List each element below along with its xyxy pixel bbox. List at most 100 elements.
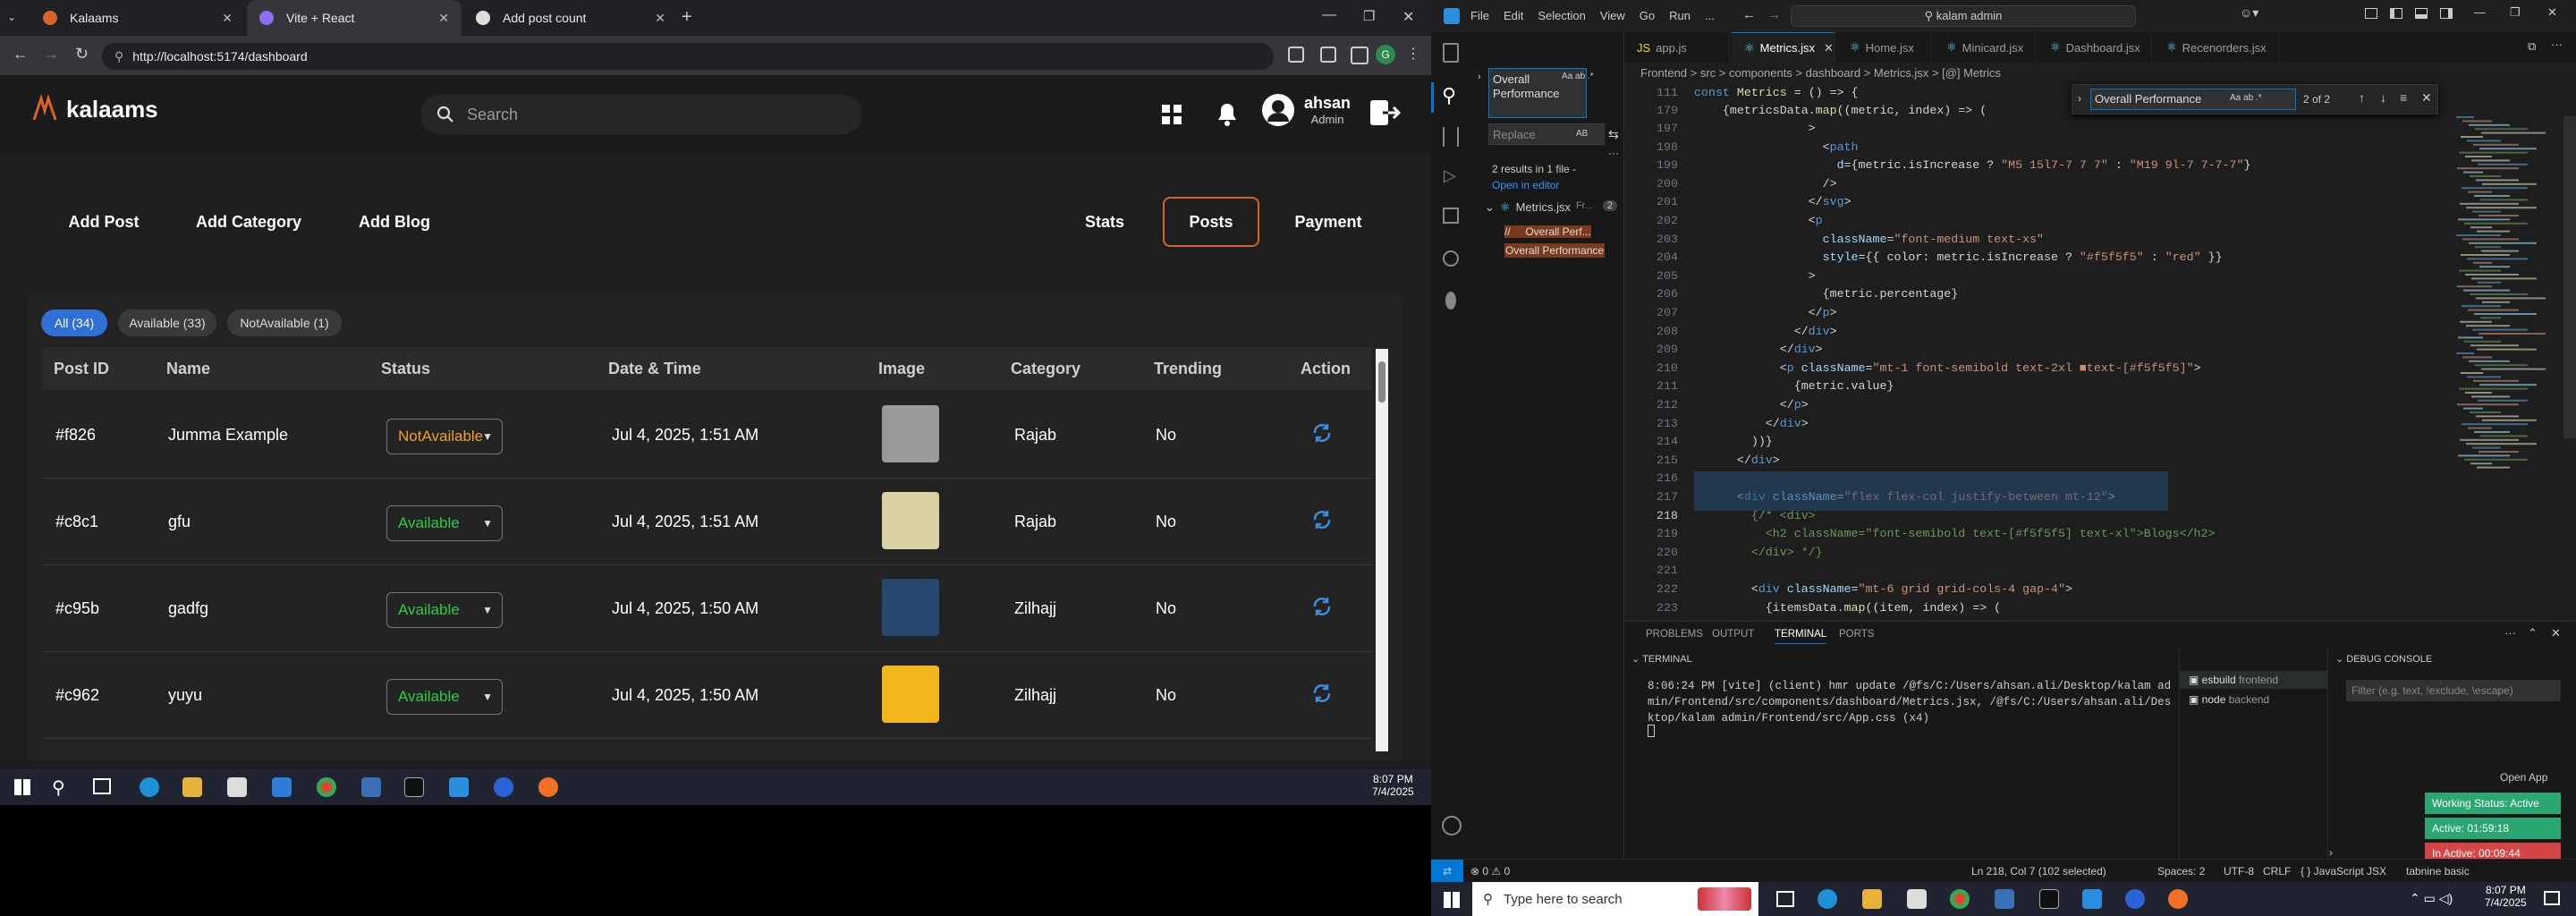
grid-menu-icon[interactable] [1161,104,1182,125]
tabnine-status[interactable]: tabnine basic [2406,865,2470,878]
search-match-2[interactable]: Overall Performance [1504,243,1606,258]
terminal-esbuild[interactable]: ▣ esbuild frontend [2180,671,2328,689]
line-ending[interactable]: CRLF [2263,865,2291,878]
refresh-icon[interactable] [1311,509,1333,530]
tab-list-chevron-icon[interactable]: ⌄ [7,11,16,23]
encoding[interactable]: UTF-8 [2224,865,2254,878]
add-blog-button[interactable]: Add Blog [336,197,453,247]
edge-icon[interactable] [140,777,159,797]
filter-all[interactable]: All (34) [41,310,107,336]
filter-available[interactable]: Available (33) [118,310,216,336]
notification-center-icon[interactable] [2544,891,2560,905]
tab-add-post-count[interactable]: Add post count ✕ [463,0,678,36]
edge-icon[interactable] [1818,889,1837,909]
find-input[interactable]: Overall Performance [2090,89,2296,110]
chrome-icon[interactable] [1950,889,1970,909]
menu-item[interactable]: Edit [1504,9,1523,22]
panel-tab[interactable]: TERMINAL [1775,629,1827,644]
editor-tab[interactable]: ⚛ Minicard.jsx [1934,32,2036,63]
more-options-icon[interactable]: ··· [1608,147,1619,159]
language-mode[interactable]: { } JavaScript JSX [2301,865,2386,878]
menu-item[interactable]: Go [1640,9,1655,22]
editor-tab[interactable]: ⚛ Recenorders.jsx [2154,32,2279,63]
file-explorer-icon[interactable] [182,777,202,797]
zoom-icon[interactable] [2125,889,2145,909]
close-tab-icon[interactable]: ✕ [655,11,665,26]
code-editor[interactable]: 111 const Metrics = () => {179 {metricsDa… [1624,84,2576,669]
close-tab-icon[interactable]: ✕ [222,11,233,26]
close-window-icon[interactable]: ✕ [1402,8,1414,26]
forward-icon[interactable]: → [43,45,59,64]
open-app-label[interactable]: Open App [2500,771,2547,784]
debug-filter-input[interactable]: Filter (e.g. text, !exclude, \escape) [2346,680,2561,701]
terminal-node[interactable]: ▣ node backend [2180,691,2328,708]
close-panel-icon[interactable]: ✕ [2551,626,2561,640]
copilot-icon[interactable]: ☺▾ [2240,5,2258,21]
menu-item[interactable]: Run [1669,9,1690,22]
expand-debug-chevron-icon[interactable]: › [2329,846,2333,859]
tab-vite-react[interactable]: Vite + React ✕ [247,0,462,36]
terminal-icon[interactable] [404,777,424,797]
minimize-icon[interactable]: — [2474,5,2486,19]
next-match-icon[interactable]: ↓ [2380,90,2386,105]
maximize-icon[interactable]: ❐ [2510,5,2521,20]
mail-icon[interactable] [272,777,292,797]
toggle-replace-chevron-icon[interactable]: › [1478,72,1481,82]
puzzle-extensions-icon[interactable] [1320,47,1336,63]
kebab-menu-icon[interactable]: ⋮ [1406,45,1420,63]
nav-forward-icon[interactable]: → [1767,7,1781,22]
match-case-icon[interactable]: Aa ab .* [1562,72,1594,81]
search-view-icon[interactable]: ⚲ [1442,84,1456,107]
windows-search-box[interactable]: ⚲ Type here to search [1472,882,1758,916]
back-icon[interactable]: ← [13,45,29,64]
problems-count[interactable]: ⊗ 0 ⚠ 0 [1470,865,1510,878]
close-tab-icon[interactable]: ✕ [1824,41,1834,55]
split-editor-icon[interactable]: ⧉ [2528,39,2536,54]
toggle-sidebar-icon[interactable] [2390,8,2402,19]
editor-tab[interactable]: JS app.js [1624,32,1730,63]
new-tab-button[interactable]: + [682,7,692,28]
status-select[interactable]: NotAvailable ▼ [386,419,503,454]
postman-icon[interactable] [2168,889,2188,909]
panel-tab[interactable]: PROBLEMS [1646,629,1703,640]
task-view-icon[interactable] [93,778,111,794]
logout-icon[interactable] [1368,98,1401,127]
stats-tab[interactable]: Stats [1055,197,1154,247]
status-select[interactable]: Available ▼ [386,679,503,715]
taskbar-search-icon[interactable]: ⚲ [52,776,65,799]
tray-icons[interactable]: ⌃ ▭ ◁) [2410,891,2453,906]
reload-icon[interactable]: ↻ [75,45,89,64]
scrollbar-thumb[interactable] [1378,361,1385,403]
kalaams-logo[interactable]: kalaams [29,93,158,125]
replace-all-icon[interactable]: ⇆ [1608,127,1619,142]
extension-icon[interactable] [1288,47,1304,63]
posts-tab[interactable]: Posts [1163,197,1259,247]
previous-match-icon[interactable]: ↑ [2359,90,2365,105]
notification-bell-icon[interactable] [1215,100,1240,127]
menu-item[interactable]: File [1470,9,1489,22]
search-match-1[interactable]: // Overall Perf... [1504,225,1591,238]
profile-avatar[interactable]: G [1376,45,1395,64]
vscode-icon[interactable] [2082,889,2102,909]
toggle-replace-icon[interactable]: › [2078,92,2081,105]
panel-tab[interactable]: PORTS [1839,629,1874,640]
toggle-panel-icon[interactable] [2415,8,2428,19]
nav-back-icon[interactable]: ← [1742,7,1756,22]
zoom-icon[interactable] [494,777,513,797]
remote-indicator-icon[interactable]: ⇄ [1431,860,1463,883]
app-icon[interactable] [361,777,381,797]
editor-tab[interactable]: ⚛ Dashboard.jsx [2038,32,2152,63]
more-actions-icon[interactable]: ··· [2551,38,2563,51]
terminal[interactable]: ⌄ TERMINAL 8:06:24 PM [vite] (client) hm… [1624,648,2179,882]
store-icon[interactable] [1907,889,1927,909]
table-scrollbar[interactable] [1376,349,1388,751]
status-select[interactable]: Available ▼ [386,592,503,628]
accounts-icon[interactable] [1442,816,1462,835]
postman-icon[interactable] [538,777,558,797]
payment-tab[interactable]: Payment [1270,197,1386,247]
open-in-editor-link[interactable]: Open in editor [1492,179,1559,191]
run-debug-icon[interactable]: ▷ [1444,166,1456,185]
explorer-icon[interactable] [1443,43,1459,63]
command-center[interactable]: ⚲ kalam admin [1791,5,2136,27]
sidepanel-icon[interactable] [1351,47,1368,64]
